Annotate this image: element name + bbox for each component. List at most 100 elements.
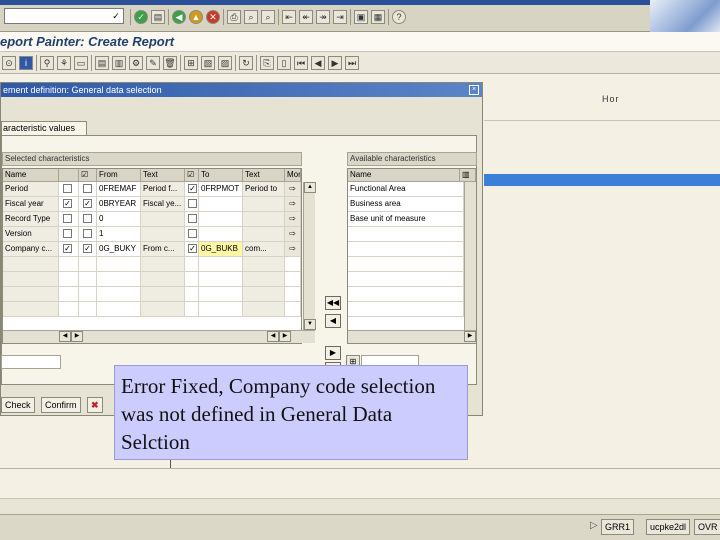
exit-icon[interactable]: ▲ xyxy=(189,10,203,24)
empty-cell[interactable] xyxy=(79,287,97,302)
row-more-button[interactable]: ⇨ xyxy=(285,242,301,257)
row-to-value[interactable] xyxy=(199,212,243,227)
empty-cell[interactable] xyxy=(348,302,464,317)
empty-cell[interactable] xyxy=(79,272,97,287)
prev-page-icon[interactable]: ↞ xyxy=(299,10,313,24)
empty-cell[interactable] xyxy=(185,272,199,287)
selection-input-left[interactable] xyxy=(1,355,61,369)
tab-characteristic-values[interactable]: aracteristic values xyxy=(1,121,87,136)
scroll-left-icon[interactable]: ◀ xyxy=(267,331,279,342)
row-checkbox[interactable] xyxy=(83,214,92,223)
empty-cell[interactable] xyxy=(141,287,185,302)
row-checkbox[interactable] xyxy=(63,214,72,223)
col-header-to-check[interactable]: ☑ xyxy=(185,169,199,182)
row-checkbox-cell[interactable] xyxy=(79,182,97,197)
col-header-text[interactable]: Text xyxy=(141,169,185,182)
row-checkbox-cell[interactable] xyxy=(59,182,79,197)
empty-cell[interactable] xyxy=(199,272,243,287)
row-more-button[interactable]: ⇨ xyxy=(285,227,301,242)
last-page-icon[interactable]: ⇥ xyxy=(333,10,347,24)
row-checkbox[interactable] xyxy=(63,184,72,193)
check-button[interactable]: Check xyxy=(1,397,35,413)
refresh-icon[interactable]: ↻ xyxy=(239,56,253,70)
available-grid-vscroll[interactable] xyxy=(464,182,476,330)
empty-cell[interactable] xyxy=(243,287,285,302)
empty-cell[interactable] xyxy=(199,287,243,302)
command-field[interactable]: ✓ xyxy=(4,8,124,24)
empty-cell[interactable] xyxy=(3,257,59,272)
row-checkbox-cell[interactable]: ✓ xyxy=(79,242,97,257)
col-header-name[interactable]: Name xyxy=(3,169,59,182)
empty-cell[interactable] xyxy=(97,257,141,272)
empty-cell[interactable] xyxy=(185,257,199,272)
row-from-value[interactable]: 0BRYEAR xyxy=(97,197,141,212)
row-to-checkbox[interactable] xyxy=(188,229,197,238)
empty-cell[interactable] xyxy=(185,287,199,302)
formula-icon[interactable]: ▭ xyxy=(74,56,88,70)
empty-cell[interactable] xyxy=(97,287,141,302)
row-from-value[interactable]: 1 xyxy=(97,227,141,242)
first-icon[interactable]: ⏮ xyxy=(294,56,308,70)
copy-icon[interactable]: ⎘ xyxy=(260,56,274,70)
empty-cell[interactable] xyxy=(199,257,243,272)
empty-cell[interactable] xyxy=(3,302,59,317)
row-to-value[interactable] xyxy=(199,197,243,212)
empty-cell[interactable] xyxy=(348,287,464,302)
status-expand-icon[interactable]: ▷ xyxy=(590,520,598,531)
avail-col-header-name[interactable]: Name xyxy=(348,169,460,182)
available-row[interactable]: Business area xyxy=(348,197,464,212)
available-row[interactable]: Functional Area xyxy=(348,182,464,197)
move-left-icon[interactable]: ◀ xyxy=(325,314,341,328)
empty-cell[interactable] xyxy=(243,272,285,287)
row-to-checkbox[interactable]: ✓ xyxy=(188,184,197,193)
empty-cell[interactable] xyxy=(3,272,59,287)
empty-cell[interactable] xyxy=(3,287,59,302)
scroll-up-icon[interactable]: ▲ xyxy=(304,182,316,193)
avail-col-header-icon[interactable]: ▥ xyxy=(460,169,476,182)
row-checkbox-cell[interactable] xyxy=(79,227,97,242)
scroll-left-icon[interactable]: ◀ xyxy=(59,331,71,342)
empty-cell[interactable] xyxy=(79,257,97,272)
first-page-icon[interactable]: ⇤ xyxy=(282,10,296,24)
row-to-checkbox[interactable]: ✓ xyxy=(188,244,197,253)
move-right-icon[interactable]: ▶ xyxy=(325,346,341,360)
find-next-icon[interactable]: ⌕ xyxy=(261,10,275,24)
other-report-icon[interactable]: ⊙ xyxy=(2,56,16,70)
row-to-checkbox-cell[interactable] xyxy=(185,227,199,242)
help-icon[interactable]: ? xyxy=(392,10,406,24)
sets-icon[interactable]: ⚲ xyxy=(40,56,54,70)
selected-grid-hscroll[interactable]: ◀ ▶ ◀ ▶ xyxy=(3,330,315,343)
empty-cell[interactable] xyxy=(97,302,141,317)
new-session-icon[interactable]: ▣ xyxy=(354,10,368,24)
available-row[interactable]: Base unit of measure xyxy=(348,212,464,227)
row-to-value[interactable]: 0FRPMOT xyxy=(199,182,243,197)
empty-cell[interactable] xyxy=(59,272,79,287)
empty-cell[interactable] xyxy=(243,302,285,317)
col-header-from[interactable]: From xyxy=(97,169,141,182)
text-icon[interactable]: ▨ xyxy=(218,56,232,70)
next-icon[interactable]: ▶ xyxy=(328,56,342,70)
next-page-icon[interactable]: ↠ xyxy=(316,10,330,24)
column-icon[interactable]: ▥ xyxy=(112,56,126,70)
cancel-button[interactable]: ✖ xyxy=(87,397,103,413)
row-checkbox-cell[interactable]: ✓ xyxy=(59,242,79,257)
delete-icon[interactable]: 🗑 xyxy=(163,56,177,70)
row-more-button[interactable]: ⇨ xyxy=(285,212,301,227)
empty-cell[interactable] xyxy=(285,287,301,302)
empty-cell[interactable] xyxy=(285,302,301,317)
col-header-to[interactable]: To xyxy=(199,169,243,182)
empty-cell[interactable] xyxy=(141,257,185,272)
row-checkbox[interactable] xyxy=(83,229,92,238)
last-icon[interactable]: ⏭ xyxy=(345,56,359,70)
dialog-close-icon[interactable]: × xyxy=(469,85,479,95)
row-checkbox-cell[interactable] xyxy=(59,227,79,242)
selected-grid-vscroll[interactable]: ▲ ▼ xyxy=(303,182,316,330)
scroll-right-icon[interactable]: ▶ xyxy=(71,331,83,342)
row-checkbox[interactable]: ✓ xyxy=(83,244,92,253)
scroll-down-icon[interactable]: ▼ xyxy=(304,319,316,330)
empty-cell[interactable] xyxy=(243,257,285,272)
row-to-checkbox-cell[interactable] xyxy=(185,212,199,227)
find-icon[interactable]: ⌕ xyxy=(244,10,258,24)
empty-cell[interactable] xyxy=(59,302,79,317)
empty-cell[interactable] xyxy=(348,272,464,287)
